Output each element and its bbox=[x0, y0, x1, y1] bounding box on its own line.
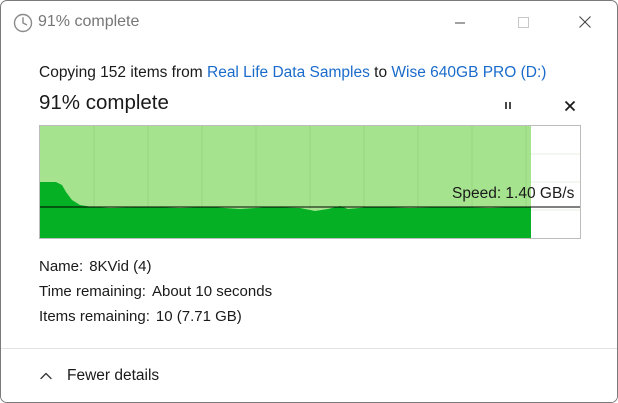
items-remaining-row: Items remaining: 10 (7.71 GB) bbox=[39, 308, 242, 325]
source-folder-link[interactable]: Real Life Data Samples bbox=[207, 64, 370, 81]
items-remaining-label: Items remaining: bbox=[39, 308, 150, 325]
title-bar[interactable]: 91% complete bbox=[1, 1, 617, 45]
cancel-copy-button[interactable] bbox=[559, 95, 581, 117]
name-row: Name: 8KVid (4) bbox=[39, 258, 151, 275]
time-remaining-row: Time remaining: About 10 seconds bbox=[39, 283, 272, 300]
minimize-button[interactable] bbox=[445, 9, 475, 37]
window-title: 91% complete bbox=[38, 13, 140, 30]
copy-prefix-text: Copying 152 items from bbox=[39, 64, 203, 81]
clock-icon bbox=[13, 13, 33, 33]
fewer-details-label: Fewer details bbox=[67, 367, 160, 384]
close-window-button[interactable] bbox=[570, 9, 600, 37]
name-value: 8KVid (4) bbox=[89, 258, 152, 275]
progress-heading: 91% complete bbox=[39, 91, 169, 114]
fewer-details-button[interactable]: Fewer details bbox=[37, 359, 159, 393]
items-remaining-value: 10 (7.71 GB) bbox=[155, 308, 242, 325]
copy-progress-dialog: 91% complete Copying 152 items from Real… bbox=[0, 0, 618, 403]
destination-drive-link[interactable]: Wise 640GB PRO (D:) bbox=[391, 64, 546, 81]
time-remaining-value: About 10 seconds bbox=[151, 283, 273, 300]
chevron-up-icon bbox=[40, 372, 52, 380]
time-remaining-label: Time remaining: bbox=[39, 283, 146, 300]
transfer-speed-graph bbox=[39, 125, 581, 239]
name-label: Name: bbox=[39, 258, 84, 275]
maximize-button[interactable] bbox=[508, 9, 538, 37]
speed-readout: Speed: 1.40 GB/s bbox=[452, 185, 575, 202]
pause-button[interactable] bbox=[497, 95, 519, 117]
copy-summary: Copying 152 items from Real Life Data Sa… bbox=[39, 64, 546, 82]
copy-connector-text: to bbox=[374, 64, 388, 81]
